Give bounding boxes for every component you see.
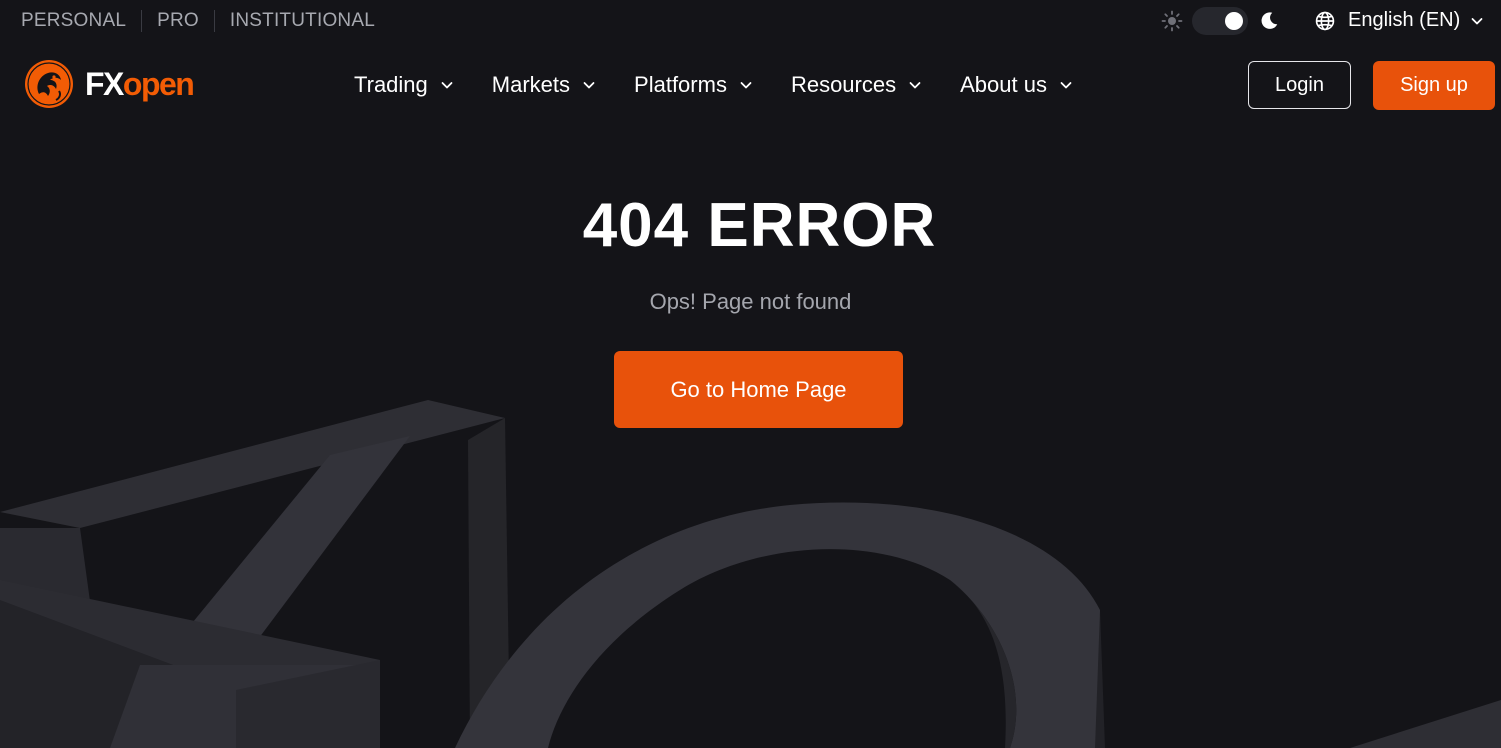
language-selector[interactable]: English (EN) [1314, 9, 1484, 32]
chevron-down-icon [441, 82, 453, 89]
segment-switcher: PERSONAL PRO INSTITUTIONAL [21, 10, 375, 32]
nav-item-trading[interactable]: Trading [354, 72, 454, 98]
nav-label: Platforms [634, 72, 727, 97]
segment-pro[interactable]: PRO [157, 10, 199, 32]
chevron-down-icon [1471, 17, 1483, 24]
page: PERSONAL PRO INSTITUTIONAL English (EN) … [0, 0, 1501, 748]
globe-icon [1315, 11, 1335, 30]
nav-item-about-us[interactable]: About us [960, 72, 1073, 98]
sun-icon[interactable] [1160, 9, 1184, 33]
segment-institutional[interactable]: INSTITUTIONAL [230, 10, 375, 32]
nav-label: Markets [491, 72, 571, 97]
error-hero: 404 ERROR Ops! Page not found Go to Home… [0, 180, 1501, 428]
moon-icon[interactable] [1258, 10, 1280, 32]
login-button[interactable]: Login [1248, 61, 1351, 109]
nav-item-markets[interactable]: Markets [492, 72, 596, 98]
go-home-button[interactable]: Go to Home Page [614, 351, 903, 428]
segment-divider [141, 10, 143, 32]
nav-item-platforms[interactable]: Platforms [634, 72, 753, 98]
logo-wordmark: FXopen [85, 66, 195, 102]
theme-toggle-knob [1225, 12, 1243, 30]
nav-label: Trading [354, 72, 428, 97]
error-subtitle: Ops! Page not found [649, 289, 852, 314]
nav-label: Resources [790, 72, 897, 97]
error-title: 404 ERROR [582, 191, 937, 260]
chevron-down-icon [1060, 82, 1072, 89]
logo-fx-text: FX [85, 66, 124, 102]
segment-divider [213, 10, 215, 32]
nav-item-resources[interactable]: Resources [791, 72, 922, 98]
main-nav: Trading Markets Platforms Resources Abou… [354, 72, 1111, 98]
chevron-down-icon [740, 82, 752, 89]
dragon-logo-icon [25, 60, 73, 108]
top-bar: PERSONAL PRO INSTITUTIONAL English (EN) [0, 0, 1501, 44]
segment-personal[interactable]: PERSONAL [21, 10, 126, 32]
nav-label: About us [960, 72, 1047, 97]
chevron-down-icon [909, 82, 921, 89]
signup-button[interactable]: Sign up [1373, 61, 1495, 110]
chevron-down-icon [583, 82, 595, 89]
language-label: English (EN) [1348, 9, 1461, 31]
theme-switcher [1160, 7, 1280, 35]
theme-toggle[interactable] [1192, 7, 1248, 35]
main-header: FXopen Trading Markets Platforms Resourc… [0, 50, 1501, 122]
fxopen-logo[interactable]: FXopen [23, 58, 195, 110]
logo-open-text: open [122, 66, 195, 102]
